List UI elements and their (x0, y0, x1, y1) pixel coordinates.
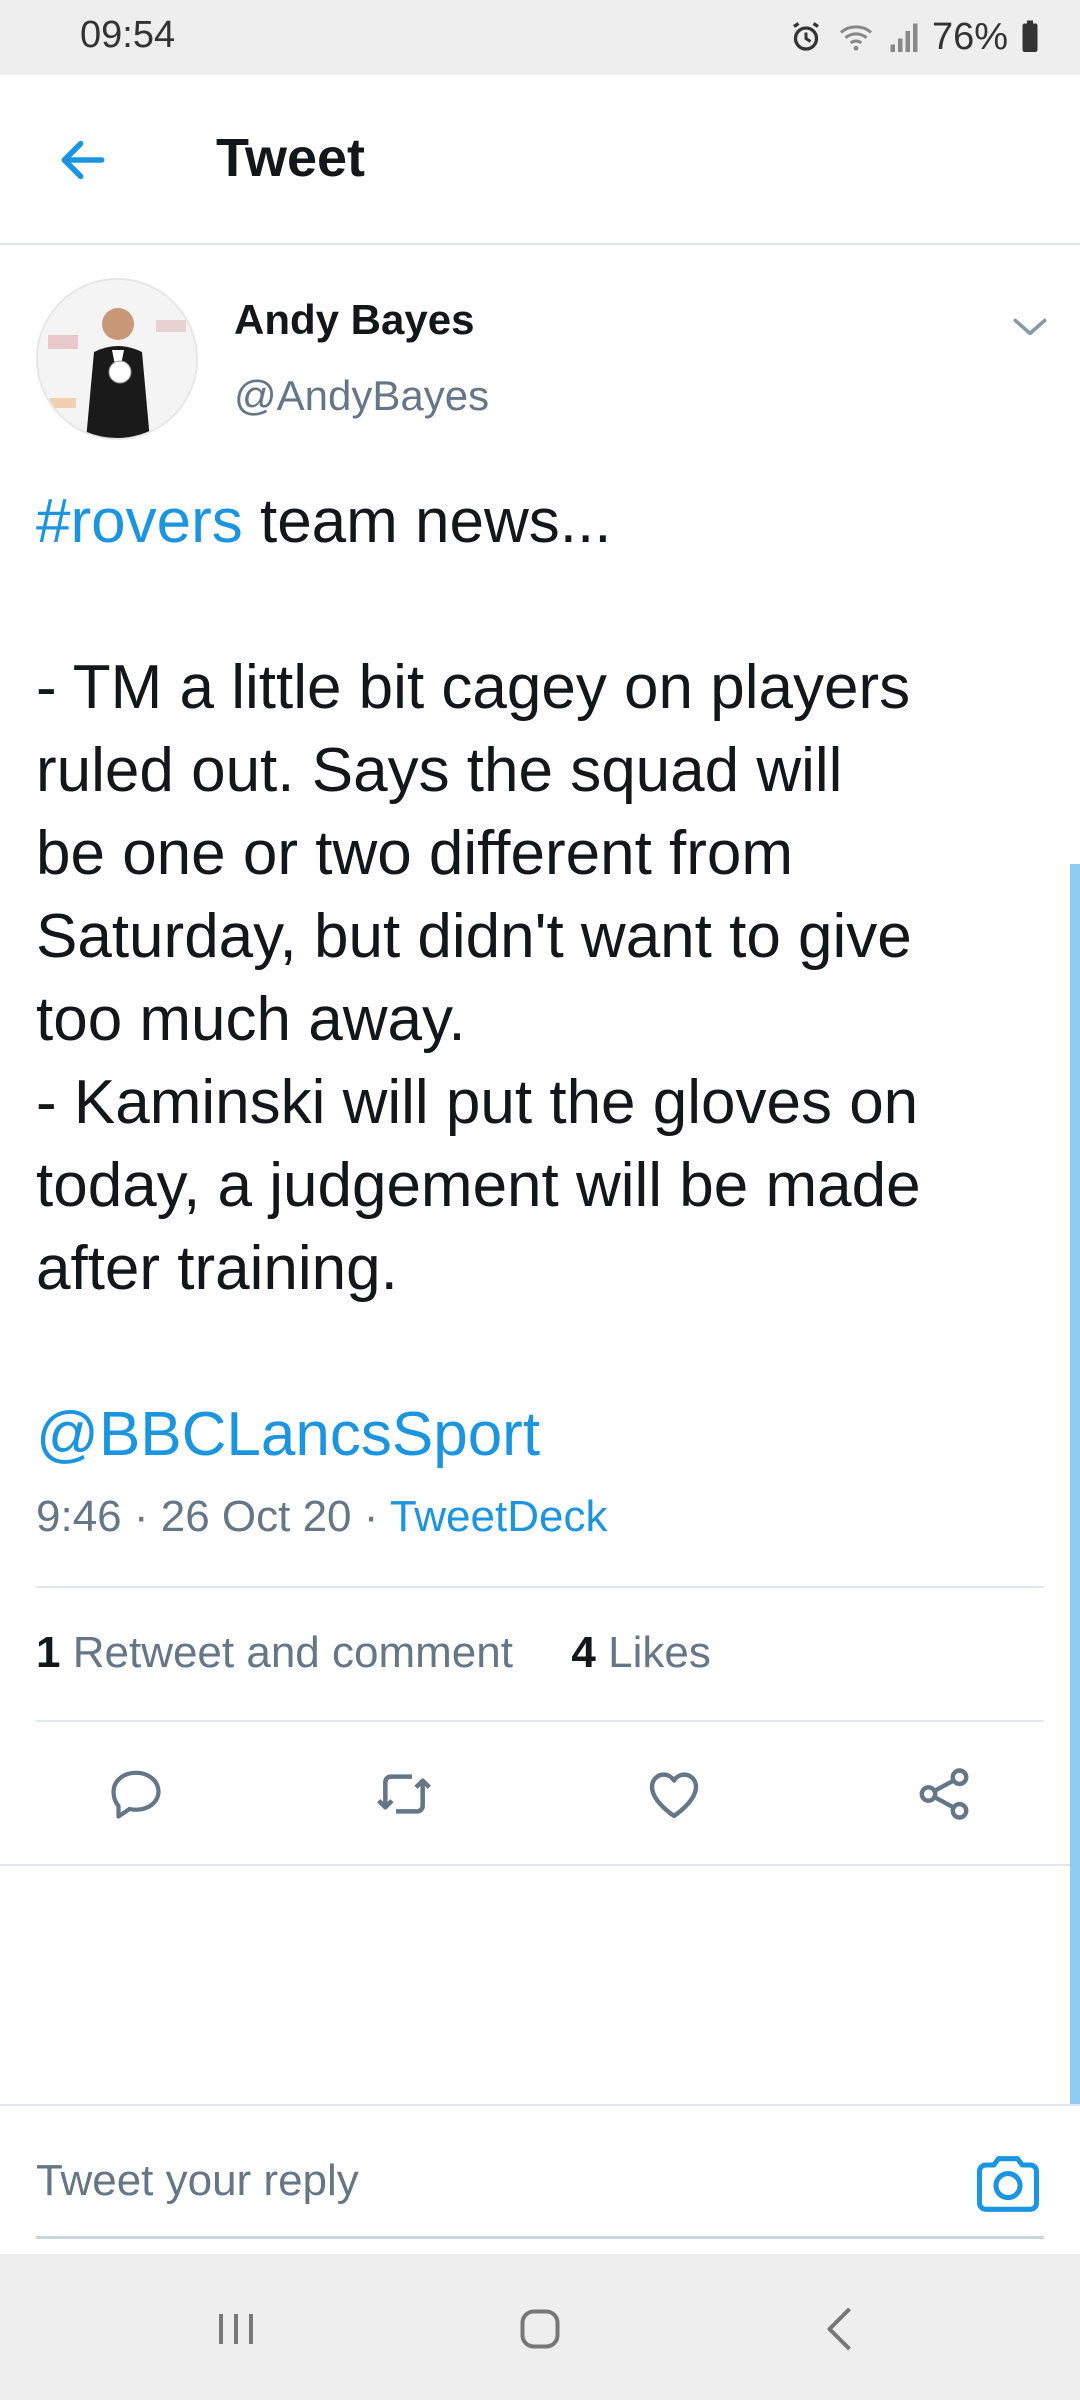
reply-input[interactable]: Tweet your reply (36, 2156, 359, 2206)
home-icon (520, 2309, 560, 2349)
author-handle[interactable]: @AndyBayes (234, 372, 489, 420)
retweets-count: 1 (36, 1628, 61, 1677)
reply-button[interactable] (86, 1744, 186, 1844)
battery-icon (1020, 19, 1040, 55)
divider (36, 1720, 1044, 1722)
battery-percent: 76% (931, 15, 1008, 58)
likes-count: 4 (571, 1628, 596, 1677)
retweets-stat[interactable]: 1 Retweet and comment (36, 1628, 513, 1677)
tweet-line: - Kaminski will put the gloves on (36, 1068, 919, 1137)
back-arrow-icon (61, 140, 105, 180)
tweet-text: #rovers team news... - TM a little bit c… (36, 480, 1046, 1476)
like-icon (649, 1772, 699, 1819)
wifi-icon (836, 19, 876, 55)
likes-label: Likes (608, 1628, 711, 1677)
camera-button[interactable] (970, 2146, 1046, 2222)
signal-icon (888, 19, 920, 55)
status-time: 09:54 (80, 14, 176, 56)
recents-button[interactable] (196, 2294, 276, 2364)
recents-icon (219, 2314, 253, 2344)
tweet-source-link[interactable]: TweetDeck (390, 1492, 608, 1541)
back-nav-button[interactable] (802, 2294, 882, 2364)
page-title: Tweet (216, 128, 366, 188)
divider (0, 1864, 1080, 1866)
back-button[interactable] (48, 125, 118, 195)
mention-link[interactable]: @BBCLancsSport (36, 1400, 540, 1469)
tweet-meta: 9:46 · 26 Oct 20 · TweetDeck (36, 1492, 607, 1542)
retweet-button[interactable] (354, 1744, 454, 1844)
author-name[interactable]: Andy Bayes (234, 296, 474, 344)
reply-bar: Tweet your reply (0, 2104, 1080, 2254)
app-header: Tweet (0, 75, 1080, 245)
first-line-text: team news... (242, 487, 612, 556)
chevron-down-icon (1013, 318, 1047, 336)
retweets-label: Retweet and comment (72, 1628, 513, 1677)
tweet-stats: 1 Retweet and comment 4 Likes (36, 1628, 711, 1678)
reply-input-underline (36, 2236, 1044, 2239)
status-bar: 09:54 76% (0, 0, 1080, 75)
nav-back-icon (827, 2307, 851, 2351)
tweet-line: - TM a little bit cagey on players (36, 653, 911, 722)
reply-icon (111, 1770, 161, 1819)
alarm-icon (788, 19, 824, 55)
tweet-line: ruled out. Says the squad will (36, 736, 843, 805)
avatar[interactable] (36, 278, 198, 440)
tweet-line: after training. (36, 1234, 398, 1303)
retweet-icon (377, 1774, 431, 1814)
system-nav-bar (0, 2254, 1080, 2400)
likes-stat[interactable]: 4 Likes (571, 1628, 710, 1677)
share-button[interactable] (894, 1744, 994, 1844)
tweet-line: Saturday, but didn't want to give (36, 902, 912, 971)
scrollbar[interactable] (1070, 864, 1080, 2104)
like-button[interactable] (624, 1744, 724, 1844)
tweet-line: too much away. (36, 985, 466, 1054)
share-icon (919, 1768, 969, 1820)
tweet-menu-button[interactable] (1008, 304, 1052, 348)
home-button[interactable] (500, 2294, 580, 2364)
tweet-line: today, a judgement will be made (36, 1151, 921, 1220)
status-icons: 76% (788, 12, 1040, 62)
hashtag-link[interactable]: #rovers (36, 487, 243, 556)
tweet-first-line: #rovers team news... (36, 480, 1046, 563)
tweet-line: be one or two different from (36, 819, 794, 888)
mention-line: @BBCLancsSport (36, 1393, 1046, 1476)
tweet-actions (36, 1744, 1044, 1844)
tweet-timestamp: 9:46 · 26 Oct 20 · (36, 1492, 390, 1541)
divider (36, 1586, 1044, 1588)
camera-icon (976, 2156, 1040, 2212)
